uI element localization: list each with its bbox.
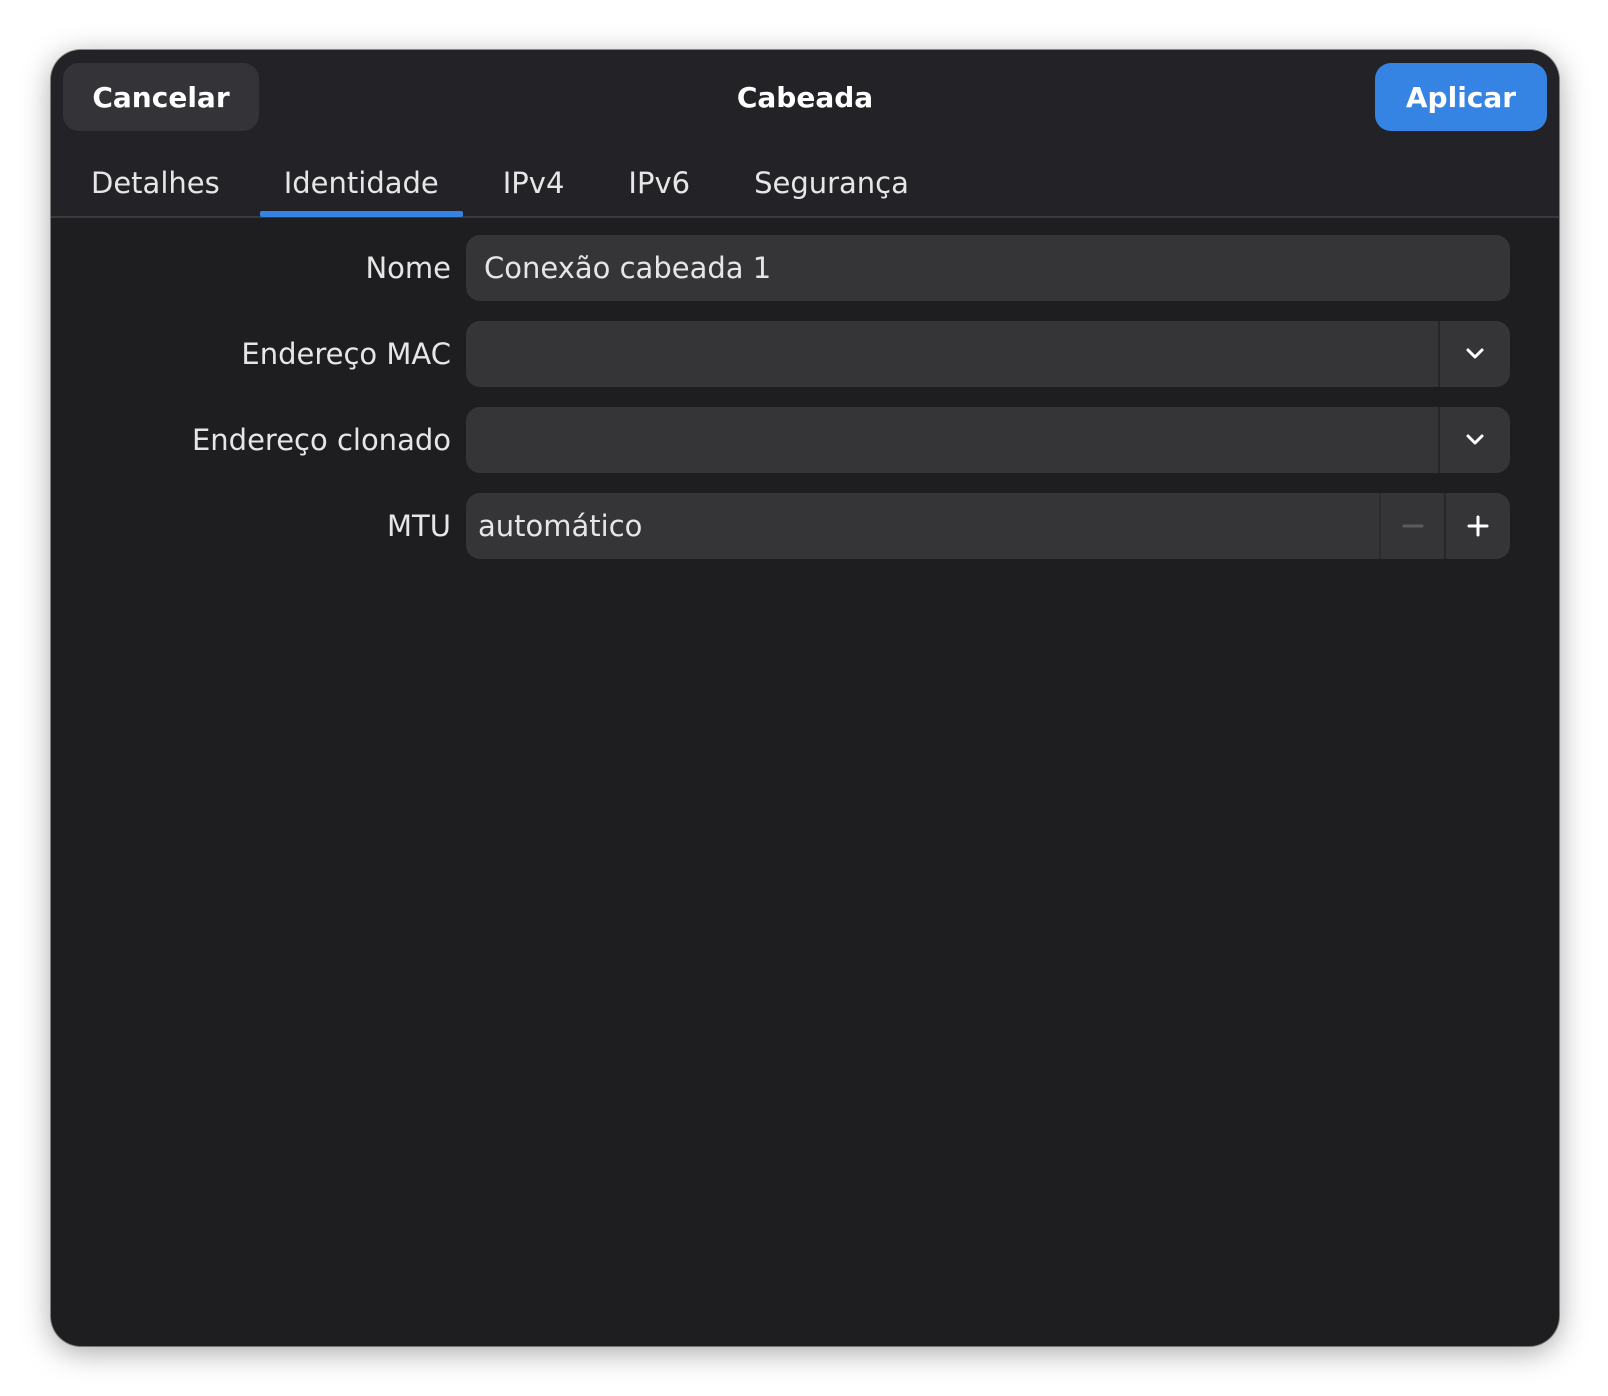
dialog-header: Cancelar Cabeada Aplicar Detalhes Identi… [51,50,1559,218]
mac-address-dropdown-button[interactable] [1438,321,1510,387]
tab-seguranca[interactable]: Segurança [730,150,933,216]
cloned-address-dropdown-button[interactable] [1438,407,1510,473]
mtu-row: MTU automático [51,493,1559,559]
mtu-decrement-button[interactable] [1379,493,1445,559]
tab-detalhes[interactable]: Detalhes [67,150,244,216]
mtu-value: automático [478,509,643,543]
name-row: Nome Conexão cabeada 1 [51,235,1559,301]
dialog-title: Cabeada [736,80,874,114]
mac-address-combo[interactable] [466,321,1510,387]
mac-address-label: Endereço MAC [241,337,451,371]
connection-dialog: Cancelar Cabeada Aplicar Detalhes Identi… [51,50,1559,1346]
tab-bar: Detalhes Identidade IPv4 IPv6 Segurança [67,150,933,217]
name-field[interactable]: Conexão cabeada 1 [466,235,1510,301]
tab-ipv4[interactable]: IPv4 [479,150,589,216]
name-label: Nome [365,251,451,285]
minus-icon [1401,514,1425,538]
apply-button[interactable]: Aplicar [1375,63,1547,131]
cancel-button[interactable]: Cancelar [63,63,259,131]
tab-ipv6[interactable]: IPv6 [604,150,714,216]
plus-icon [1466,514,1490,538]
mtu-increment-button[interactable] [1444,493,1510,559]
chevron-down-icon [1463,428,1487,452]
cloned-address-row: Endereço clonado [51,407,1559,473]
mtu-label: MTU [387,509,451,543]
cloned-address-combo[interactable] [466,407,1510,473]
tab-identidade[interactable]: Identidade [259,150,463,217]
cloned-address-label: Endereço clonado [191,423,451,457]
name-value: Conexão cabeada 1 [484,251,772,285]
chevron-down-icon [1463,342,1487,366]
mac-address-row: Endereço MAC [51,321,1559,387]
mtu-spinbutton[interactable]: automático [466,493,1510,559]
